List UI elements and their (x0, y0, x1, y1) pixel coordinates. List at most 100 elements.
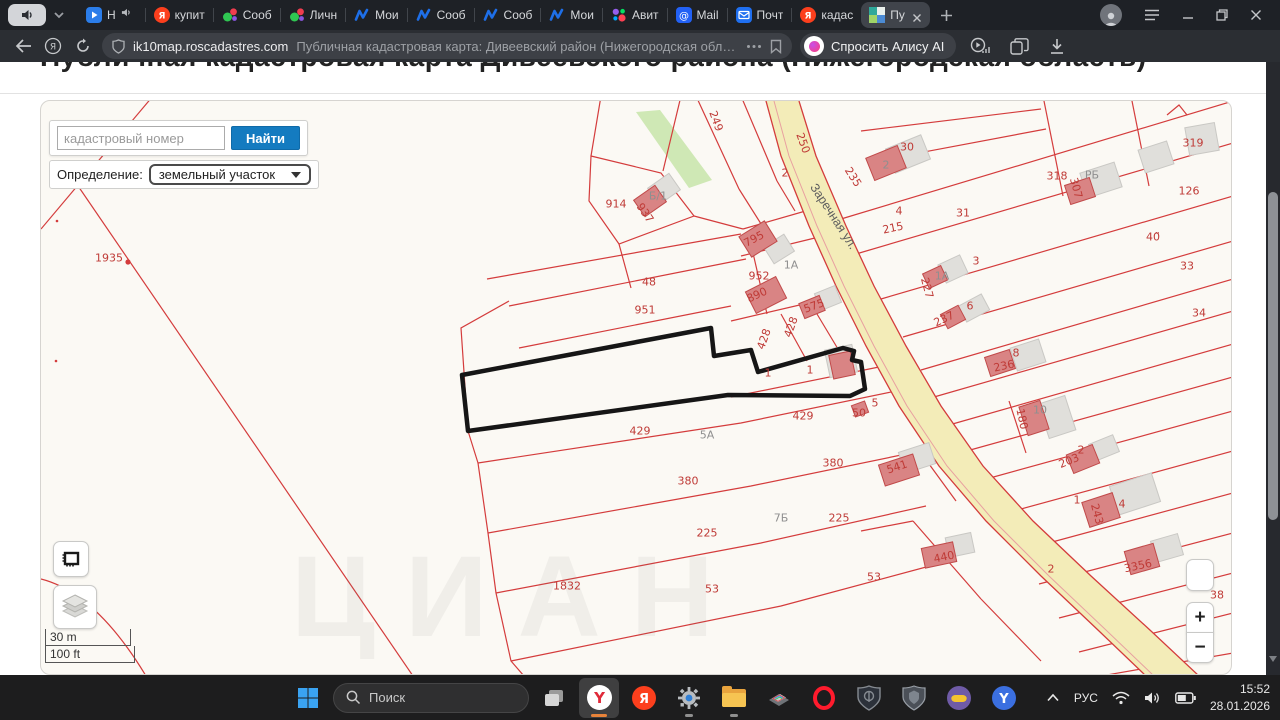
reload-button[interactable] (68, 38, 98, 54)
taskbar-opera[interactable] (804, 678, 844, 718)
search-panel: Найти (49, 120, 308, 156)
green-area (636, 110, 712, 188)
tray-date: 28.01.2026 (1210, 698, 1270, 714)
volume-icon[interactable] (1144, 691, 1161, 705)
shield-icon (112, 39, 125, 54)
tab-12[interactable]: Якадас (792, 2, 861, 28)
tab-label: кадас (821, 8, 853, 22)
taskbar-yandex-browser[interactable]: Y (579, 678, 619, 718)
page-heading-clipped: Публичная кадастровая карта Дивеевского … (40, 62, 1240, 79)
collections-icon[interactable] (1010, 38, 1029, 55)
taskbar-settings[interactable] (669, 678, 709, 718)
definition-label: Определение: (57, 167, 143, 182)
map-quad-favicon (869, 7, 885, 23)
tab-3[interactable]: Сооб (214, 2, 280, 28)
mail-at-favicon: @ (676, 7, 692, 23)
tab-label: Авит (632, 8, 659, 22)
restore-icon[interactable] (1216, 9, 1228, 21)
taskbar-yandex-app[interactable]: Я (624, 678, 664, 718)
watermark: ЦИАН (291, 531, 744, 663)
ya-red-favicon: Я (154, 7, 170, 23)
tab-9[interactable]: Авит (603, 2, 667, 28)
page-scrollbar[interactable] (1266, 62, 1280, 675)
new-tab-button[interactable] (934, 2, 960, 28)
find-button[interactable]: Найти (231, 126, 300, 150)
blue-n-favicon (354, 7, 370, 23)
taskbar-yandex-games[interactable] (939, 678, 979, 718)
taskbar-shield-app[interactable] (849, 678, 889, 718)
dots-multi-favicon (222, 7, 238, 23)
battery-icon[interactable] (1175, 692, 1196, 704)
address-bar[interactable]: ik10map.roscadastres.com Публичная кадас… (102, 33, 792, 59)
player-icon[interactable] (970, 37, 990, 55)
taskbar-shield-app-2[interactable] (894, 678, 934, 718)
bookmark-icon[interactable] (770, 39, 782, 54)
yandex-icon: Я (631, 685, 657, 711)
definition-select[interactable]: земельный участок (149, 164, 311, 185)
toolbar-right-icons (970, 37, 1065, 55)
tab-5[interactable]: Мои (346, 2, 407, 28)
dots-multi-favicon (289, 7, 305, 23)
scale-meters: 30 m (45, 629, 131, 646)
definition-value: земельный участок (159, 167, 275, 182)
taskbar-search[interactable]: Поиск (333, 683, 529, 713)
chevron-down-icon[interactable] (46, 4, 72, 26)
overview-icon (61, 550, 81, 568)
task-view-button[interactable] (534, 678, 574, 718)
taskbar-explorer[interactable] (714, 678, 754, 718)
alisa-button[interactable]: Спросить Алису AI (800, 33, 956, 59)
tab-label: Личн (310, 8, 337, 22)
download-icon[interactable] (1049, 38, 1065, 55)
svg-text:@: @ (679, 11, 689, 22)
wifi-icon[interactable] (1112, 691, 1130, 705)
folder-icon (722, 689, 746, 707)
blue-n-favicon (416, 7, 432, 23)
scrollbar-thumb[interactable] (1268, 192, 1278, 520)
tray-clock[interactable]: 15:52 28.01.2026 (1210, 681, 1270, 713)
ya-red-favicon: Я (800, 7, 816, 23)
page-title-text: Публичная кадастровая карта: Дивеевский … (296, 39, 738, 54)
profile-avatar[interactable] (1100, 4, 1122, 26)
cadastral-map[interactable]: ЦИАН 1935914Б/19372492502235230421531318… (40, 100, 1232, 675)
zoom-in-button[interactable]: + (1186, 602, 1214, 633)
tab-4[interactable]: Личн (281, 2, 345, 28)
tab-2[interactable]: Якупит (146, 2, 213, 28)
start-button[interactable] (288, 678, 328, 718)
yandex-services-icon[interactable]: Я (38, 37, 68, 55)
divider (0, 93, 1280, 94)
more-icon[interactable] (746, 44, 762, 49)
extent-button[interactable] (1186, 559, 1214, 591)
language-indicator[interactable]: РУС (1074, 691, 1098, 705)
tab-1[interactable]: Н (78, 2, 145, 28)
system-tray: РУС 15:52 28.01.2026 (1046, 681, 1270, 713)
layers-button[interactable] (53, 585, 97, 629)
overview-map-button[interactable] (53, 541, 89, 577)
tray-chevron-icon[interactable] (1046, 693, 1060, 702)
search-input[interactable] (57, 126, 225, 150)
tab-label: Сооб (243, 8, 272, 22)
menu-icon[interactable] (1144, 9, 1160, 21)
tab-6[interactable]: Сооб (408, 2, 474, 28)
windows-logo-icon (297, 687, 319, 709)
zoom-out-button[interactable]: − (1186, 632, 1214, 663)
tab-audio-icon[interactable] (121, 7, 137, 23)
back-button[interactable] (8, 39, 38, 53)
scrollbar-down-arrow[interactable] (1269, 656, 1277, 662)
page-heading: Публичная кадастровая карта Дивеевского … (40, 62, 1240, 73)
tab-10[interactable]: @Mail (668, 2, 727, 28)
road (766, 101, 1199, 675)
minimize-icon[interactable] (1182, 9, 1194, 21)
taskbar-scanner-app[interactable] (759, 678, 799, 718)
taskbar-yandex-start[interactable]: Y (984, 678, 1024, 718)
tab-label: Пу (890, 8, 905, 22)
svg-text:Y: Y (998, 692, 1009, 707)
tab-8[interactable]: Мои (541, 2, 602, 28)
tab-close-icon[interactable] (912, 10, 922, 20)
tab-mute-button[interactable] (8, 4, 46, 26)
tab-11[interactable]: Почт (728, 2, 792, 28)
tab-13-active[interactable]: Пу (861, 2, 930, 28)
svg-text:Я: Я (50, 43, 56, 53)
close-icon[interactable] (1250, 9, 1262, 21)
survey-point (125, 259, 130, 264)
tab-7[interactable]: Сооб (475, 2, 541, 28)
